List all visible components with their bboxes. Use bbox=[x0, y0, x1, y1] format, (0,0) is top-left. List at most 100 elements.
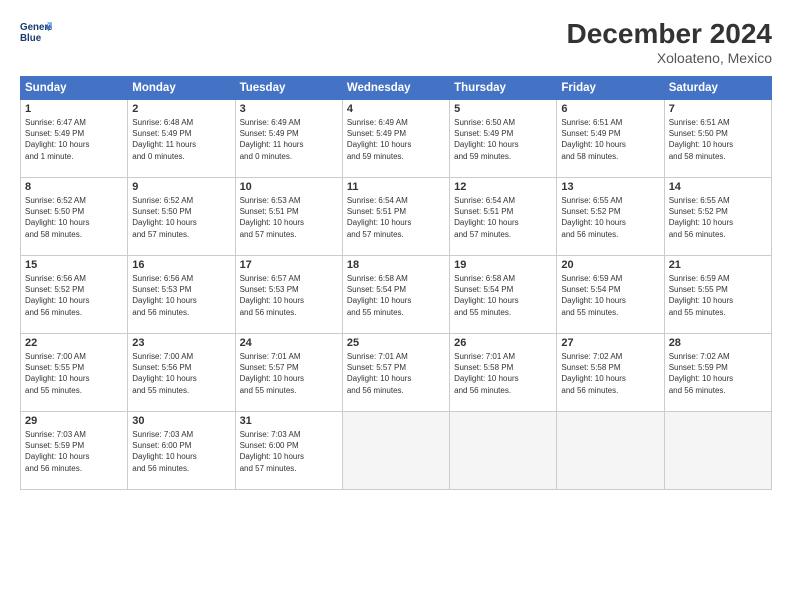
day-number: 23 bbox=[132, 337, 230, 349]
col-wednesday: Wednesday bbox=[342, 77, 449, 100]
calendar-table: Sunday Monday Tuesday Wednesday Thursday… bbox=[20, 76, 772, 490]
day-info: Sunrise: 6:56 AMSunset: 5:52 PMDaylight:… bbox=[25, 273, 123, 318]
day-number: 24 bbox=[240, 337, 338, 349]
table-row: 24 Sunrise: 7:01 AMSunset: 5:57 PMDayligh… bbox=[235, 334, 342, 412]
table-row: 8 Sunrise: 6:52 AMSunset: 5:50 PMDaylight… bbox=[21, 178, 128, 256]
day-info: Sunrise: 6:51 AMSunset: 5:49 PMDaylight:… bbox=[561, 117, 659, 162]
table-row: 12 Sunrise: 6:54 AMSunset: 5:51 PMDayligh… bbox=[450, 178, 557, 256]
table-row: 16Sunrise: 6:56 AMSunset: 5:53 PMDayligh… bbox=[128, 256, 235, 334]
calendar-subtitle: Xoloateno, Mexico bbox=[567, 50, 772, 66]
calendar-page: General Blue December 2024 Xoloateno, Me… bbox=[0, 0, 792, 612]
table-row: 26 Sunrise: 7:01 AMSunset: 5:58 PMDayligh… bbox=[450, 334, 557, 412]
calendar-title: December 2024 bbox=[567, 18, 772, 50]
day-number: 31 bbox=[240, 415, 338, 427]
calendar-week-row: 15 Sunrise: 6:56 AMSunset: 5:52 PMDayligh… bbox=[21, 256, 772, 334]
day-number: 22 bbox=[25, 337, 123, 349]
day-info: Sunrise: 6:55 AMSunset: 5:52 PMDaylight:… bbox=[561, 195, 659, 240]
day-info: Sunrise: 6:59 AMSunset: 5:54 PMDaylight:… bbox=[561, 273, 659, 318]
day-number: 9 bbox=[132, 181, 230, 193]
col-monday: Monday bbox=[128, 77, 235, 100]
day-info: Sunrise: 6:54 AMSunset: 5:51 PMDaylight:… bbox=[454, 195, 552, 240]
table-row: 27Sunrise: 7:02 AMSunset: 5:58 PMDayligh… bbox=[557, 334, 664, 412]
day-number: 5 bbox=[454, 103, 552, 115]
table-row bbox=[342, 412, 449, 490]
day-number: 13 bbox=[561, 181, 659, 193]
table-row: 11Sunrise: 6:54 AMSunset: 5:51 PMDayligh… bbox=[342, 178, 449, 256]
day-number: 20 bbox=[561, 259, 659, 271]
table-row bbox=[664, 412, 771, 490]
day-info: Sunrise: 6:52 AMSunset: 5:50 PMDaylight:… bbox=[132, 195, 230, 240]
day-info: Sunrise: 6:50 AMSunset: 5:49 PMDaylight:… bbox=[454, 117, 552, 162]
table-row: 17 Sunrise: 6:57 AMSunset: 5:53 PMDayligh… bbox=[235, 256, 342, 334]
day-number: 8 bbox=[25, 181, 123, 193]
day-number: 6 bbox=[561, 103, 659, 115]
day-info: Sunrise: 7:00 AMSunset: 5:56 PMDaylight:… bbox=[132, 351, 230, 396]
col-friday: Friday bbox=[557, 77, 664, 100]
day-info: Sunrise: 6:53 AMSunset: 5:51 PMDaylight:… bbox=[240, 195, 338, 240]
table-row: 10 Sunrise: 6:53 AMSunset: 5:51 PMDayligh… bbox=[235, 178, 342, 256]
day-number: 29 bbox=[25, 415, 123, 427]
table-row: 23 Sunrise: 7:00 AMSunset: 5:56 PMDayligh… bbox=[128, 334, 235, 412]
day-info: Sunrise: 6:59 AMSunset: 5:55 PMDaylight:… bbox=[669, 273, 767, 318]
day-info: Sunrise: 6:47 AMSunset: 5:49 PMDaylight:… bbox=[25, 117, 123, 162]
table-row: 2Sunrise: 6:48 AMSunset: 5:49 PMDaylight… bbox=[128, 100, 235, 178]
day-number: 15 bbox=[25, 259, 123, 271]
day-number: 21 bbox=[669, 259, 767, 271]
table-row bbox=[557, 412, 664, 490]
day-number: 17 bbox=[240, 259, 338, 271]
day-info: Sunrise: 7:02 AMSunset: 5:58 PMDaylight:… bbox=[561, 351, 659, 396]
col-saturday: Saturday bbox=[664, 77, 771, 100]
day-info: Sunrise: 6:54 AMSunset: 5:51 PMDaylight:… bbox=[347, 195, 445, 240]
day-number: 3 bbox=[240, 103, 338, 115]
logo: General Blue bbox=[20, 18, 52, 46]
table-row: 14Sunrise: 6:55 AMSunset: 5:52 PMDayligh… bbox=[664, 178, 771, 256]
title-block: December 2024 Xoloateno, Mexico bbox=[567, 18, 772, 66]
col-tuesday: Tuesday bbox=[235, 77, 342, 100]
table-row: 25 Sunrise: 7:01 AMSunset: 5:57 PMDayligh… bbox=[342, 334, 449, 412]
table-row: 4Sunrise: 6:49 AMSunset: 5:49 PMDaylight… bbox=[342, 100, 449, 178]
day-info: Sunrise: 7:00 AMSunset: 5:55 PMDaylight:… bbox=[25, 351, 123, 396]
table-row: 15 Sunrise: 6:56 AMSunset: 5:52 PMDayligh… bbox=[21, 256, 128, 334]
day-number: 25 bbox=[347, 337, 445, 349]
day-info: Sunrise: 6:48 AMSunset: 5:49 PMDaylight:… bbox=[132, 117, 230, 162]
day-number: 26 bbox=[454, 337, 552, 349]
calendar-week-row: 22 Sunrise: 7:00 AMSunset: 5:55 PMDayligh… bbox=[21, 334, 772, 412]
header: General Blue December 2024 Xoloateno, Me… bbox=[20, 18, 772, 66]
calendar-week-row: 1Sunrise: 6:47 AMSunset: 5:49 PMDaylight… bbox=[21, 100, 772, 178]
day-info: Sunrise: 7:01 AMSunset: 5:58 PMDaylight:… bbox=[454, 351, 552, 396]
day-info: Sunrise: 6:58 AMSunset: 5:54 PMDaylight:… bbox=[347, 273, 445, 318]
table-row: 7Sunrise: 6:51 AMSunset: 5:50 PMDaylight… bbox=[664, 100, 771, 178]
logo-icon: General Blue bbox=[20, 18, 52, 46]
day-info: Sunrise: 6:52 AMSunset: 5:50 PMDaylight:… bbox=[25, 195, 123, 240]
table-row: 13 Sunrise: 6:55 AMSunset: 5:52 PMDayligh… bbox=[557, 178, 664, 256]
table-row: 29Sunrise: 7:03 AMSunset: 5:59 PMDayligh… bbox=[21, 412, 128, 490]
day-info: Sunrise: 6:57 AMSunset: 5:53 PMDaylight:… bbox=[240, 273, 338, 318]
day-info: Sunrise: 7:01 AMSunset: 5:57 PMDaylight:… bbox=[240, 351, 338, 396]
table-row: 22 Sunrise: 7:00 AMSunset: 5:55 PMDayligh… bbox=[21, 334, 128, 412]
table-row: 20 Sunrise: 6:59 AMSunset: 5:54 PMDayligh… bbox=[557, 256, 664, 334]
day-info: Sunrise: 7:01 AMSunset: 5:57 PMDaylight:… bbox=[347, 351, 445, 396]
day-number: 28 bbox=[669, 337, 767, 349]
table-row: 28Sunrise: 7:02 AMSunset: 5:59 PMDayligh… bbox=[664, 334, 771, 412]
day-info: Sunrise: 6:56 AMSunset: 5:53 PMDaylight:… bbox=[132, 273, 230, 318]
day-number: 18 bbox=[347, 259, 445, 271]
svg-text:Blue: Blue bbox=[20, 33, 42, 44]
table-row: 1Sunrise: 6:47 AMSunset: 5:49 PMDaylight… bbox=[21, 100, 128, 178]
day-number: 14 bbox=[669, 181, 767, 193]
table-row: 31Sunrise: 7:03 AMSunset: 6:00 PMDayligh… bbox=[235, 412, 342, 490]
day-number: 12 bbox=[454, 181, 552, 193]
table-row: 5 Sunrise: 6:50 AMSunset: 5:49 PMDaylight… bbox=[450, 100, 557, 178]
calendar-week-row: 29Sunrise: 7:03 AMSunset: 5:59 PMDayligh… bbox=[21, 412, 772, 490]
day-number: 10 bbox=[240, 181, 338, 193]
table-row: 3Sunrise: 6:49 AMSunset: 5:49 PMDaylight… bbox=[235, 100, 342, 178]
day-info: Sunrise: 7:03 AMSunset: 6:00 PMDaylight:… bbox=[132, 429, 230, 474]
table-row: 21 Sunrise: 6:59 AMSunset: 5:55 PMDayligh… bbox=[664, 256, 771, 334]
table-row: 9 Sunrise: 6:52 AMSunset: 5:50 PMDaylight… bbox=[128, 178, 235, 256]
calendar-week-row: 8 Sunrise: 6:52 AMSunset: 5:50 PMDaylight… bbox=[21, 178, 772, 256]
day-number: 7 bbox=[669, 103, 767, 115]
day-info: Sunrise: 6:49 AMSunset: 5:49 PMDaylight:… bbox=[347, 117, 445, 162]
col-thursday: Thursday bbox=[450, 77, 557, 100]
day-number: 19 bbox=[454, 259, 552, 271]
day-info: Sunrise: 6:58 AMSunset: 5:54 PMDaylight:… bbox=[454, 273, 552, 318]
col-sunday: Sunday bbox=[21, 77, 128, 100]
